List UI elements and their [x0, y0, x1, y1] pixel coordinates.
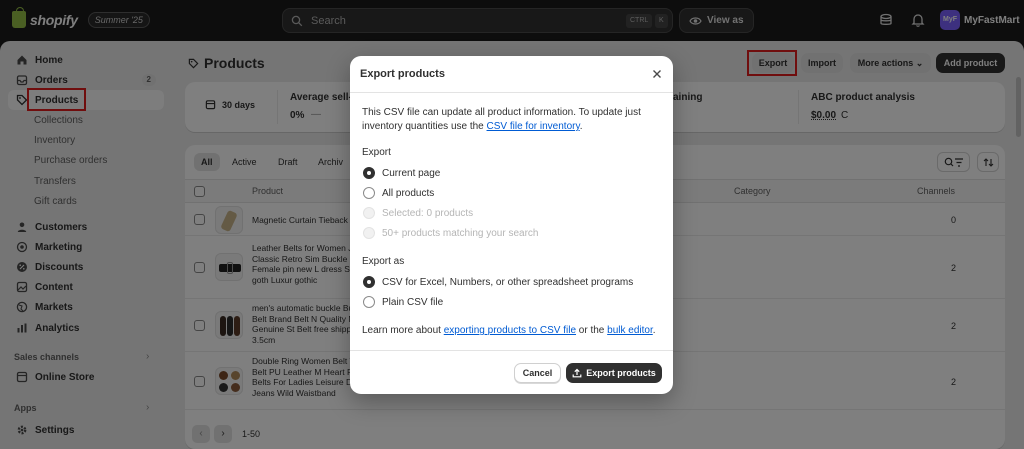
learn-more-suffix: . — [652, 325, 656, 336]
cancel-button[interactable]: Cancel — [514, 363, 561, 383]
learn-more-prefix: Learn more about — [362, 325, 444, 336]
upload-icon — [572, 368, 582, 378]
radio-selected-products: Selected: 0 products — [363, 207, 473, 219]
radio-csv-excel[interactable]: CSV for Excel, Numbers, or other spreads… — [363, 276, 633, 288]
modal-header: Export products — [350, 56, 673, 93]
radio-label: Selected: 0 products — [382, 207, 474, 219]
export-products-modal: Export products This CSV file can update… — [350, 56, 673, 394]
radio-button[interactable] — [363, 296, 375, 308]
radio-label: 50+ products matching your search — [382, 227, 539, 239]
description-suffix: . — [579, 121, 583, 132]
learn-more-text: Learn more about exporting products to C… — [362, 325, 656, 336]
radio-button — [363, 207, 375, 219]
radio-button[interactable] — [363, 167, 375, 179]
bulk-editor-link[interactable]: bulk editor — [607, 325, 653, 336]
radio-button — [363, 227, 375, 239]
radio-label: All products — [382, 187, 435, 199]
export-group-label: Export — [362, 147, 391, 158]
learn-more-mid: or the — [576, 325, 608, 336]
export-products-button[interactable]: Export products — [566, 363, 662, 383]
radio-current-page[interactable]: Current page — [363, 167, 440, 179]
exporting-products-link[interactable]: exporting products to CSV file — [444, 325, 576, 336]
export-as-group-label: Export as — [362, 256, 405, 267]
radio-all-products[interactable]: All products — [363, 187, 434, 199]
radio-button[interactable] — [363, 187, 375, 199]
radio-label: Plain CSV file — [382, 296, 444, 308]
radio-button[interactable] — [363, 276, 375, 288]
modal-footer: Cancel Export products — [350, 350, 673, 394]
modal-title: Export products — [360, 68, 445, 80]
export-products-label: Export products — [586, 368, 656, 378]
inventory-csv-link[interactable]: CSV file for inventory — [487, 121, 580, 132]
radio-plain-csv[interactable]: Plain CSV file — [363, 296, 443, 308]
radio-label: CSV for Excel, Numbers, or other spreads… — [382, 276, 634, 288]
close-icon[interactable] — [651, 68, 663, 80]
radio-matching-search: 50+ products matching your search — [363, 227, 538, 239]
radio-label: Current page — [382, 167, 441, 179]
modal-description: This CSV file can update all product inf… — [362, 106, 662, 134]
